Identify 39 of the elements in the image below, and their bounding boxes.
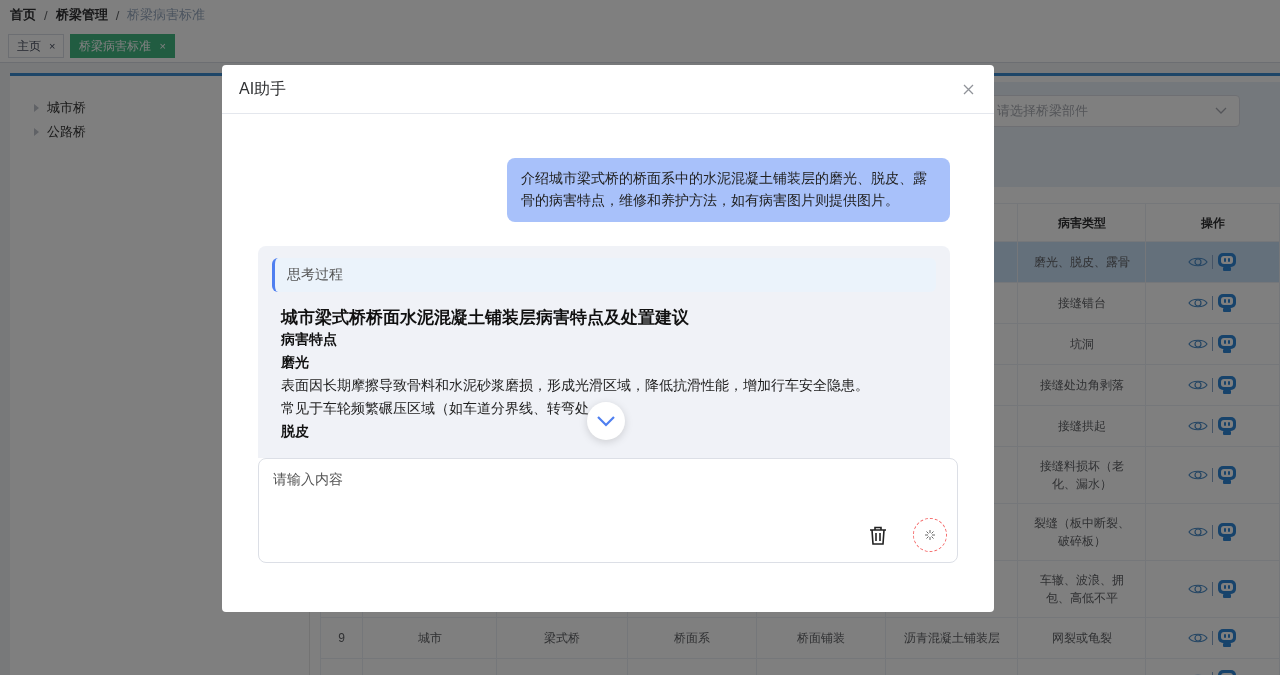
answer-paragraph: 表面因长期摩擦导致骨料和水泥砂浆磨损，形成光滑区域，降低抗滑性能，增加行车安全隐患。 (280, 377, 869, 395)
answer-heading: 磨光 (280, 353, 309, 372)
table-cell: 接缝处边角剥落 (1018, 365, 1146, 405)
table-cell: 坑洞 (1018, 324, 1146, 364)
table-cell: 车辙、波浪、拥包、高低不平 (1018, 561, 1146, 617)
table-cell: 9 (320, 618, 363, 658)
thinking-process-toggle[interactable]: 思考过程 (272, 258, 936, 292)
message-input-field[interactable]: 请输入内容 (259, 459, 957, 519)
answer-heading: 脱皮 (280, 422, 309, 441)
breadcrumb-item[interactable]: 桥梁管理 (55, 6, 108, 24)
table-row[interactable]: 9 城市 梁式桥 桥面系 桥面铺装 沥青混凝土铺装层 网裂或龟裂 (320, 618, 1280, 659)
answer-heading: 病害特点 (280, 330, 337, 349)
table-cell: 接缝错台 (1018, 283, 1146, 323)
table-cell: 接缝料损坏（老化、漏水） (1018, 447, 1146, 503)
user-message: 介绍城市梁式桥的桥面系中的水泥混凝土铺装层的磨光、脱皮、露骨的病害特点，维修和养护方法，如有病害图片则提供图片。 (507, 158, 950, 222)
table-cell: 桥面系 (628, 618, 757, 658)
table-header-cell: 病害类型 (1018, 204, 1146, 241)
table-cell: 裂缝（板中断裂、破碎板） (1018, 504, 1146, 560)
answer-paragraph: 常见于车轮频繁碾压区域（如车道分界线、转弯处 (280, 400, 589, 418)
table-cell: 磨光、脱皮、露骨 (1018, 242, 1146, 282)
answer-title: 城市梁式桥桥面水泥混凝土铺装层病害特点及处置建议 (279, 307, 689, 328)
tree-item[interactable]: 城市桥 (34, 96, 309, 120)
dialog-title: AI助手 (239, 78, 287, 99)
page-tab[interactable]: 主页 × (8, 34, 65, 58)
table-cell: 接缝拱起 (1018, 406, 1146, 446)
table-cell: 沥青混凝土铺装层 (886, 618, 1018, 658)
tab-close-button[interactable]: × (49, 40, 56, 52)
breadcrumb-item[interactable]: 首页 (10, 6, 36, 24)
table-cell: 网裂或龟裂 (1018, 618, 1146, 658)
table-cell: 梁式桥 (497, 618, 628, 658)
page-tab[interactable]: 桥梁病害标准 × (70, 34, 175, 58)
tree-item[interactable]: 公路桥 (34, 120, 309, 144)
tab-close-button[interactable]: × (159, 40, 166, 52)
breadcrumb-separator: / (115, 7, 120, 23)
breadcrumb-separator: / (44, 7, 48, 23)
table-cell: 桥面铺装 (757, 618, 886, 658)
table-cell: 城市 (363, 618, 497, 658)
table-header-cell: 操作 (1146, 204, 1280, 241)
chat-input-box[interactable]: 请输入内容 (258, 458, 958, 563)
